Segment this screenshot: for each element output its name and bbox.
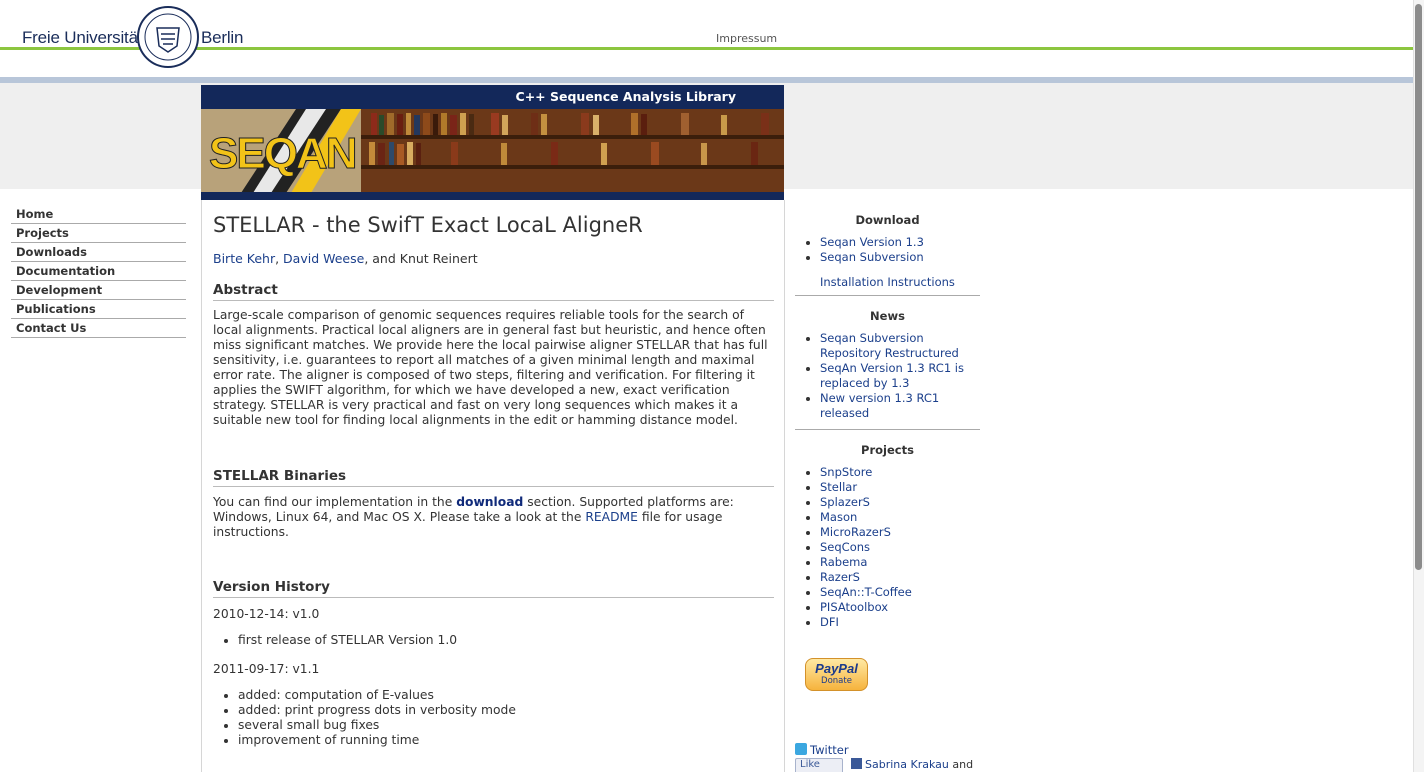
binaries-text: You can find our implementation in the d…	[213, 495, 774, 540]
site-header: Freie Universität Berlin Impressum	[0, 0, 1424, 68]
binaries-text-1: You can find our implementation in the	[213, 495, 457, 509]
version-change-item: added: computation of E-values	[238, 688, 774, 703]
paypal-donate-label: Donate	[821, 676, 852, 686]
nav-item-projects[interactable]: Projects	[11, 224, 186, 243]
facebook-like-button[interactable]: Like	[795, 758, 843, 772]
news-heading: News	[870, 309, 905, 323]
abstract-heading: Abstract	[213, 282, 774, 301]
project-item-pisatoolbox[interactable]: PISAtoolbox	[820, 600, 888, 614]
readme-link[interactable]: README	[585, 510, 638, 524]
twitter-link-row[interactable]: Twitter	[795, 743, 849, 757]
version-changes-list: first release of STELLAR Version 1.0	[213, 633, 774, 648]
version-label: 2010-12-14: v1.0	[213, 607, 320, 621]
page-title: STELLAR - the SwifT Exact LocaL AligneR	[213, 213, 643, 237]
fu-seal-logo[interactable]	[137, 6, 199, 68]
project-item-snpstore[interactable]: SnpStore	[820, 465, 872, 479]
download-item-seqan-subversion[interactable]: Seqan Subversion	[820, 250, 924, 264]
project-item-mason[interactable]: Mason	[820, 510, 857, 524]
version-change-item: added: print progress dots in verbosity …	[238, 703, 774, 718]
author-link-birte-kehr[interactable]: Birte Kehr	[213, 251, 275, 266]
facebook-friend-link[interactable]: Sabrina Krakau	[865, 758, 949, 771]
version-label: 2011-09-17: v1.1	[213, 662, 320, 676]
news-list: Seqan Subversion Repository Restructured…	[795, 331, 980, 421]
seqan-logo-text: SEQAN	[208, 129, 357, 179]
installation-instructions-link[interactable]: Installation Instructions	[820, 275, 955, 289]
twitter-icon	[795, 743, 807, 755]
author-rest: , and Knut Reinert	[364, 251, 478, 266]
author-link-david-weese[interactable]: David Weese	[283, 251, 364, 266]
scrollbar-thumb[interactable]	[1415, 4, 1422, 570]
nav-item-home[interactable]: Home	[11, 205, 186, 224]
banner-bottom-bar	[201, 192, 784, 200]
author-line: Birte Kehr, David Weese, and Knut Reiner…	[213, 251, 774, 266]
fu-logo-text-right[interactable]: Berlin	[201, 28, 243, 48]
nav-item-contact-us[interactable]: Contact Us	[11, 319, 186, 338]
download-list: Seqan Version 1.3 Seqan Subversion	[795, 235, 980, 265]
project-item-stellar[interactable]: Stellar	[820, 480, 857, 494]
nav-item-documentation[interactable]: Documentation	[11, 262, 186, 281]
fu-logo-text-left[interactable]: Freie Universität	[22, 28, 143, 48]
projects-heading: Projects	[861, 443, 914, 457]
download-heading: Download	[855, 213, 920, 227]
seqan-banner[interactable]: C++ Sequence Analysis Library SEQAN	[201, 85, 784, 200]
download-item-seqan-1-3[interactable]: Seqan Version 1.3	[820, 235, 924, 249]
paypal-donate-button[interactable]: PayPal Donate	[805, 658, 868, 691]
project-item-rabema[interactable]: Rabema	[820, 555, 867, 569]
main-content: STELLAR - the SwifT Exact LocaL AligneR …	[201, 200, 785, 772]
header-green-rule	[0, 47, 1424, 50]
project-item-microrazers[interactable]: MicroRazerS	[820, 525, 891, 539]
projects-list: SnpStore Stellar SplazerS Mason MicroRaz…	[795, 465, 980, 630]
version-history-heading: Version History	[213, 579, 774, 598]
abstract-text: Large-scale comparison of genomic sequen…	[213, 308, 768, 427]
nav-item-publications[interactable]: Publications	[11, 300, 186, 319]
download-link[interactable]: download	[456, 495, 523, 509]
banner-title-bar: C++ Sequence Analysis Library	[201, 85, 784, 109]
facebook-friend-suffix: and	[948, 758, 974, 771]
project-item-seqcons[interactable]: SeqCons	[820, 540, 870, 554]
sidebar-divider	[795, 429, 980, 430]
version-changes-list: added: computation of E-values added: pr…	[213, 688, 774, 748]
paypal-logo: PayPal	[815, 661, 858, 676]
version-change-item: first release of STELLAR Version 1.0	[238, 633, 774, 648]
news-item[interactable]: Seqan Subversion Repository Restructured	[820, 331, 959, 360]
twitter-link[interactable]: Twitter	[810, 743, 849, 757]
project-item-dfi[interactable]: DFI	[820, 615, 839, 629]
news-item[interactable]: New version 1.3 RC1 released	[820, 391, 939, 420]
sidebar-divider	[795, 295, 980, 296]
version-change-item: several small bug fixes	[238, 718, 774, 733]
author-separator: ,	[275, 251, 284, 266]
nav-item-downloads[interactable]: Downloads	[11, 243, 186, 262]
binaries-heading: STELLAR Binaries	[213, 468, 774, 487]
project-item-razers[interactable]: RazerS	[820, 570, 860, 584]
project-item-seqan-t-coffee[interactable]: SeqAn::T-Coffee	[820, 585, 912, 599]
facebook-icon	[851, 758, 862, 769]
project-item-splazers[interactable]: SplazerS	[820, 495, 870, 509]
nav-item-development[interactable]: Development	[11, 281, 186, 300]
version-change-item: improvement of running time	[238, 733, 774, 748]
right-sidebar: Download Seqan Version 1.3 Seqan Subvers…	[795, 200, 980, 772]
news-item[interactable]: SeqAn Version 1.3 RC1 is replaced by 1.3	[820, 361, 964, 390]
banner-tagline: C++ Sequence Analysis Library	[515, 89, 736, 104]
facebook-like-row: Like Sabrina Krakau and	[795, 758, 973, 772]
impressum-link[interactable]: Impressum	[716, 32, 777, 45]
left-navigation: Home Projects Downloads Documentation De…	[11, 205, 186, 338]
